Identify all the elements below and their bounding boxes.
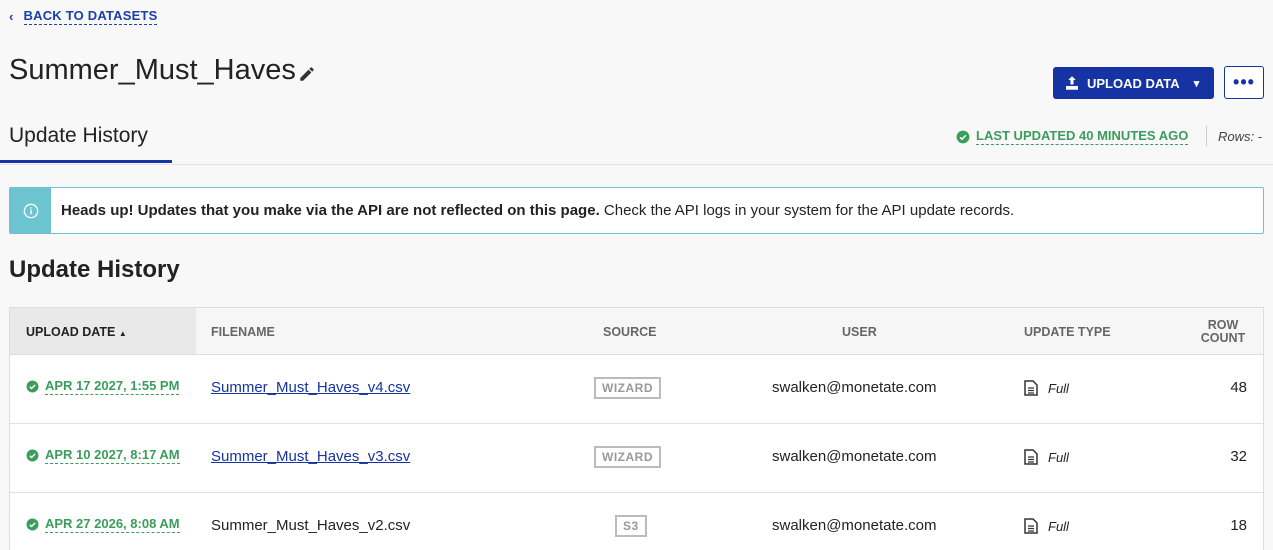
user-email: swalken@monetate.com bbox=[772, 517, 937, 534]
upload-icon bbox=[1066, 76, 1078, 90]
check-circle-icon bbox=[26, 518, 39, 531]
document-icon bbox=[1024, 449, 1038, 465]
check-circle-icon bbox=[26, 449, 39, 462]
update-type: Full bbox=[1024, 380, 1069, 396]
document-icon bbox=[1024, 518, 1038, 534]
tab-update-history[interactable]: Update History bbox=[9, 124, 148, 148]
upload-date[interactable]: APR 10 2027, 8:17 AM bbox=[26, 447, 180, 464]
section-title: Update History bbox=[9, 256, 180, 283]
check-circle-icon bbox=[26, 380, 39, 393]
title-row: Summer_Must_Haves bbox=[9, 54, 316, 87]
more-options-button[interactable]: ••• bbox=[1224, 66, 1264, 99]
update-history-table: UPLOAD DATE ▲ FILENAME SOURCE USER UPDAT… bbox=[9, 307, 1264, 550]
update-type: Full bbox=[1024, 518, 1069, 534]
source-badge: WIZARD bbox=[594, 377, 661, 399]
header-user[interactable]: USER bbox=[842, 325, 877, 339]
chevron-left-icon: ‹ bbox=[9, 9, 14, 24]
divider bbox=[1206, 126, 1207, 146]
header-filename[interactable]: FILENAME bbox=[211, 325, 275, 339]
table-row: APR 10 2027, 8:17 AM Summer_Must_Haves_v… bbox=[10, 424, 1263, 493]
update-type-label: Full bbox=[1048, 518, 1069, 534]
source-badge: WIZARD bbox=[594, 446, 661, 468]
rows-count: Rows: - bbox=[1218, 129, 1263, 144]
user-email: swalken@monetate.com bbox=[772, 448, 937, 465]
upload-data-button[interactable]: UPLOAD DATA ▾ bbox=[1053, 67, 1214, 99]
api-info-alert: Heads up! Updates that you make via the … bbox=[9, 187, 1264, 234]
check-circle-icon bbox=[956, 130, 970, 143]
alert-icon-box bbox=[10, 188, 51, 233]
filename-link[interactable]: Summer_Must_Haves_v3.csv bbox=[211, 448, 410, 465]
back-link-label: BACK TO DATASETS bbox=[23, 8, 158, 25]
table-header: UPLOAD DATE ▲ FILENAME SOURCE USER UPDAT… bbox=[10, 308, 1263, 355]
pencil-icon[interactable] bbox=[298, 65, 316, 83]
document-icon bbox=[1024, 380, 1038, 396]
alert-bold-text: Heads up! Updates that you make via the … bbox=[61, 202, 600, 219]
upload-data-label: UPLOAD DATA bbox=[1087, 75, 1180, 91]
upload-date-label: APR 27 2026, 8:08 AM bbox=[45, 516, 180, 533]
header-source[interactable]: SOURCE bbox=[603, 325, 656, 339]
back-to-datasets-link[interactable]: ‹ BACK TO DATASETS bbox=[9, 8, 158, 25]
upload-date[interactable]: APR 17 2027, 1:55 PM bbox=[26, 378, 180, 395]
row-count: 18 bbox=[1230, 517, 1247, 534]
upload-date-label: APR 17 2027, 1:55 PM bbox=[45, 378, 180, 395]
upload-date-label: APR 10 2027, 8:17 AM bbox=[45, 447, 180, 464]
update-type: Full bbox=[1024, 449, 1069, 465]
user-email: swalken@monetate.com bbox=[772, 379, 937, 396]
header-row-count-line2: COUNT bbox=[1200, 331, 1246, 345]
page-title: Summer_Must_Haves bbox=[9, 54, 296, 86]
last-updated-label: LAST UPDATED 40 MINUTES AGO bbox=[976, 128, 1189, 145]
source-badge: S3 bbox=[615, 515, 647, 537]
row-count: 32 bbox=[1230, 448, 1247, 465]
table-row: APR 17 2027, 1:55 PM Summer_Must_Haves_v… bbox=[10, 355, 1263, 424]
header-upload-date[interactable]: UPLOAD DATE ▲ bbox=[10, 308, 196, 354]
row-count: 48 bbox=[1230, 379, 1247, 396]
chevron-down-icon: ▾ bbox=[1193, 77, 1200, 90]
filename: Summer_Must_Haves_v2.csv bbox=[211, 517, 411, 534]
active-tab-indicator bbox=[0, 160, 172, 163]
sort-asc-icon: ▲ bbox=[118, 329, 127, 338]
header-update-type[interactable]: UPDATE TYPE bbox=[1024, 325, 1111, 339]
last-updated-status[interactable]: LAST UPDATED 40 MINUTES AGO bbox=[956, 128, 1189, 145]
upload-date[interactable]: APR 27 2026, 8:08 AM bbox=[26, 516, 180, 533]
alert-detail-text: Check the API logs in your system for th… bbox=[599, 202, 1015, 219]
table-row: APR 27 2026, 8:08 AM Summer_Must_Haves_v… bbox=[10, 493, 1263, 550]
header-upload-date-label: UPLOAD DATE bbox=[26, 325, 116, 339]
tab-bar: Update History LAST UPDATED 40 MINUTES A… bbox=[0, 118, 1273, 165]
update-type-label: Full bbox=[1048, 380, 1069, 396]
alert-message: Heads up! Updates that you make via the … bbox=[61, 202, 1014, 219]
ellipsis-icon: ••• bbox=[1233, 72, 1255, 92]
header-row-count[interactable]: ROW COUNT bbox=[1197, 319, 1249, 345]
update-type-label: Full bbox=[1048, 449, 1069, 465]
filename-link[interactable]: Summer_Must_Haves_v4.csv bbox=[211, 379, 410, 396]
info-icon bbox=[23, 203, 38, 218]
